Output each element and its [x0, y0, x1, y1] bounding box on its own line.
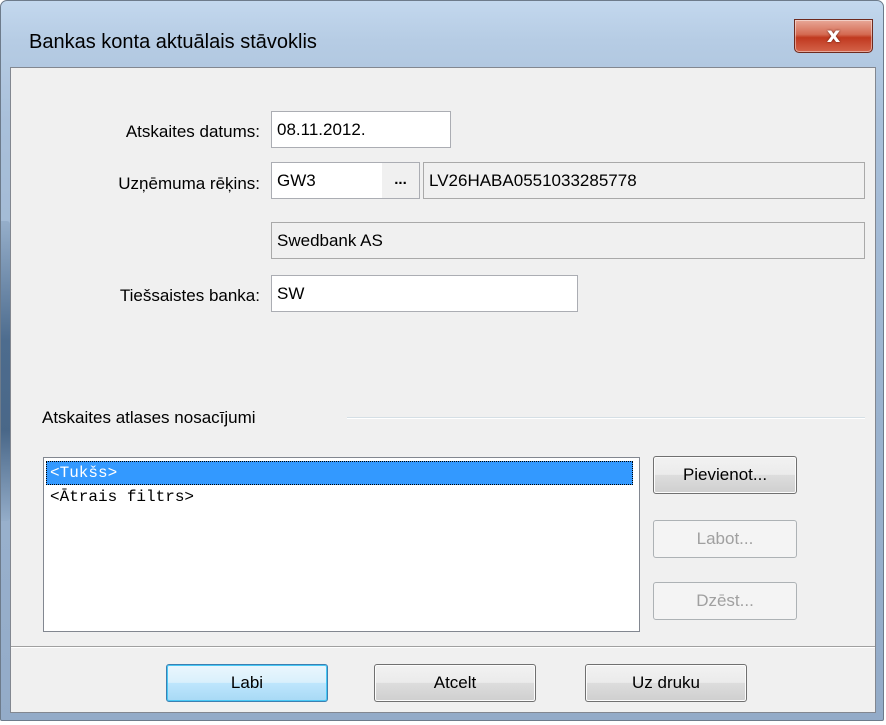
footer-separator	[11, 646, 875, 648]
bank-name-field: Swedbank AS	[271, 222, 865, 259]
close-icon: x	[826, 23, 841, 47]
report-date-label: Atskaites datums:	[125, 122, 260, 141]
criteria-group-label: Atskaites atlases nosacījumi	[42, 408, 256, 427]
close-button[interactable]: x	[794, 19, 873, 53]
add-criteria-button[interactable]: Pievienot...	[653, 456, 797, 494]
company-account-code: GW3	[277, 171, 316, 190]
window-frame-accent	[1, 221, 10, 521]
account-iban-field: LV26HABA0551033285778	[423, 162, 865, 199]
company-account-label: Uzņēmuma rēķins:	[118, 174, 260, 193]
dialog-window: Bankas konta aktuālais stāvoklis x Atska…	[0, 0, 884, 721]
online-bank-field[interactable]: SW	[271, 275, 578, 312]
ok-button[interactable]: Labi	[166, 664, 328, 702]
criteria-group-divider	[347, 417, 865, 419]
report-date-field[interactable]: 08.11.2012.	[271, 111, 451, 148]
delete-criteria-button[interactable]: Dzēst...	[653, 582, 797, 620]
cancel-button[interactable]: Atcelt	[374, 664, 536, 702]
criteria-list-item-quick-filter[interactable]: <Ātrais filtrs>	[46, 485, 633, 509]
account-lookup-button[interactable]: ...	[382, 163, 419, 198]
print-button[interactable]: Uz druku	[585, 664, 747, 702]
edit-criteria-button[interactable]: Labot...	[653, 520, 797, 558]
online-bank-label: Tiešsaistes banka:	[119, 286, 260, 305]
window-title: Bankas konta aktuālais stāvoklis	[29, 31, 317, 53]
dialog-content: Atskaites datums: 08.11.2012. Uzņēmuma r…	[10, 67, 876, 713]
criteria-list[interactable]: <Tukšs> <Ātrais filtrs>	[43, 457, 640, 632]
criteria-list-item-empty[interactable]: <Tukšs>	[46, 461, 633, 485]
